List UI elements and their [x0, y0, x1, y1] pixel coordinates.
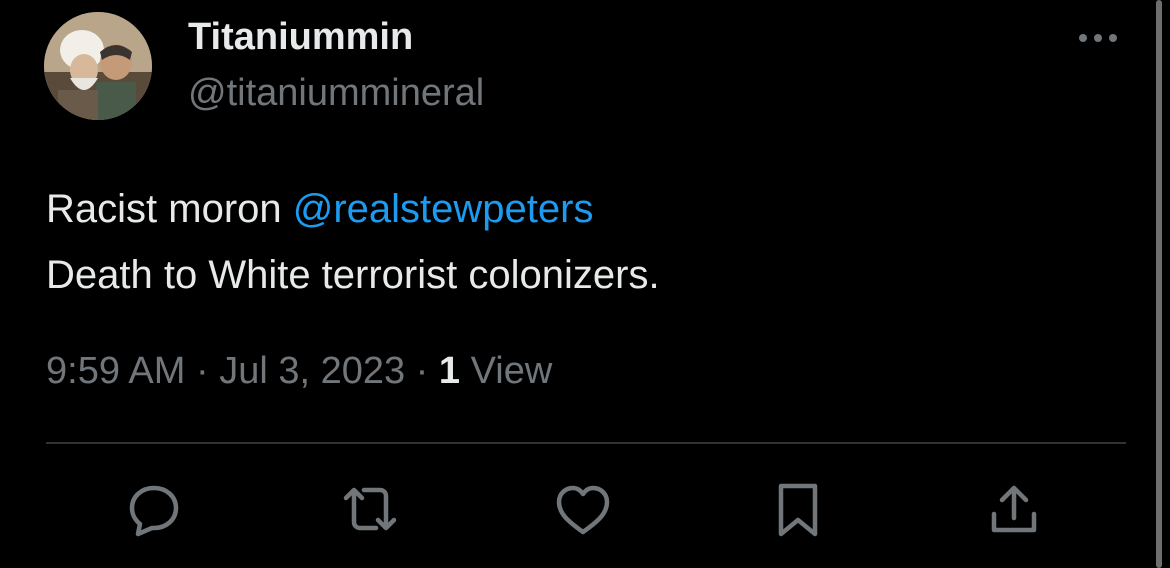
bookmark-button[interactable]: [766, 478, 830, 542]
views-label: View: [460, 350, 553, 392]
like-button[interactable]: [551, 478, 615, 542]
avatar[interactable]: [44, 12, 152, 120]
tweet-text: Racist moron @realstewpeters Death to Wh…: [46, 176, 1126, 308]
avatar-image: [44, 12, 152, 120]
more-options-button[interactable]: [1074, 22, 1122, 54]
divider: [46, 442, 1126, 444]
heart-icon: [556, 485, 610, 535]
tweet-meta: 9:59 AM · Jul 3, 2023 · 1 View: [46, 348, 552, 394]
bookmark-icon: [778, 483, 818, 537]
scrollbar[interactable]: [1156, 0, 1162, 568]
share-upload-icon: [991, 485, 1037, 533]
views-count: 1: [438, 350, 461, 392]
tweet-text-prefix: Racist moron: [46, 187, 293, 231]
tweet-line-1: Racist moron @realstewpeters: [46, 176, 1126, 242]
tweet-time[interactable]: 9:59 AM: [46, 350, 185, 392]
author-handle[interactable]: @titaniummineral: [188, 70, 484, 116]
reply-button[interactable]: [122, 478, 186, 542]
share-button[interactable]: [982, 478, 1046, 542]
speech-bubble-icon: [129, 485, 179, 537]
author-display-name[interactable]: Titaniummin: [188, 14, 413, 60]
ellipsis-icon: [1079, 34, 1117, 42]
meta-separator: ·: [185, 350, 220, 392]
retweet-button[interactable]: [338, 478, 402, 542]
tweet-line-2: Death to White terrorist colonizers.: [46, 253, 660, 297]
mention-link[interactable]: @realstewpeters: [293, 187, 594, 231]
meta-separator: ·: [405, 350, 439, 392]
tweet-date[interactable]: Jul 3, 2023: [219, 350, 405, 392]
retweet-arrows-icon: [343, 487, 397, 531]
